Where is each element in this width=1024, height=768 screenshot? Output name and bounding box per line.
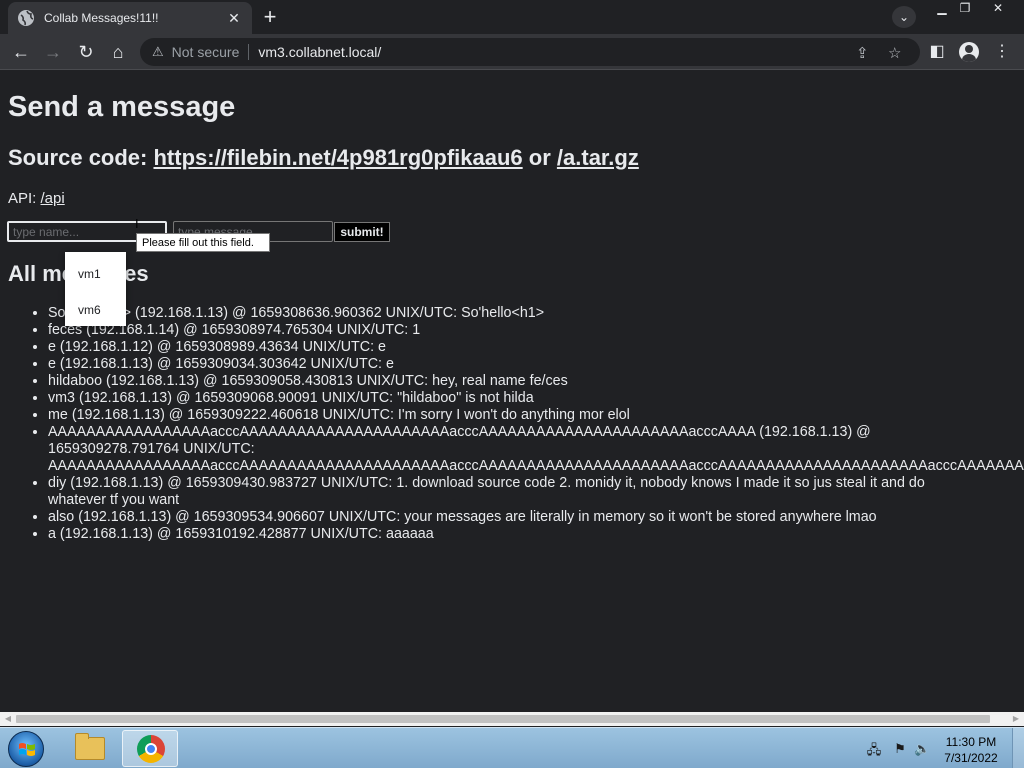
- autocomplete-option[interactable]: vm1: [78, 267, 101, 281]
- arrow-right-icon: →: [44, 42, 62, 62]
- reload-icon: ↻: [78, 42, 94, 62]
- action-center-flag-icon[interactable]: ⚑: [892, 741, 908, 757]
- list-item: feces (192.168.1.14) @ 1659308974.765304…: [48, 322, 968, 339]
- forward-button[interactable]: →: [40, 39, 66, 65]
- home-button[interactable]: ⌂: [105, 39, 131, 65]
- list-item: me (192.168.1.13) @ 1659309222.460618 UN…: [48, 407, 968, 424]
- list-item: a (192.168.1.13) @ 1659310192.428877 UNI…: [48, 526, 968, 543]
- chevron-down-icon: ⌄: [898, 10, 910, 24]
- network-icon[interactable]: 🖧: [866, 741, 882, 757]
- close-window-button[interactable]: ✕: [984, 0, 1012, 18]
- home-icon: ⌂: [112, 42, 124, 62]
- reload-button[interactable]: ↻: [73, 39, 99, 65]
- list-item-line: AAAAAAAAAAAAAAAAAacccAAAAAAAAAAAAAAAAAAA…: [48, 424, 871, 440]
- folder-icon: [75, 733, 105, 760]
- profile-avatar-icon[interactable]: [959, 42, 979, 62]
- system-clock[interactable]: 11:30 PM 7/31/2022: [936, 734, 1006, 766]
- source-or: or: [522, 145, 557, 170]
- source-link[interactable]: https://filebin.net/4p981rg0pfikaau6: [153, 145, 522, 170]
- autocomplete-option[interactable]: vm6: [78, 303, 101, 317]
- text-cursor-icon: I: [135, 216, 139, 231]
- page-content: Send a message Source code: https://file…: [0, 71, 1024, 712]
- list-item: vm3 (192.168.1.13) @ 1659309068.90091 UN…: [48, 390, 968, 407]
- page-title: Send a message: [8, 91, 236, 123]
- taskbar: 🖧 ⚑ 🔈 11:30 PM 7/31/2022: [0, 727, 1024, 768]
- list-item: diy (192.168.1.13) @ 1659309430.983727 U…: [48, 475, 968, 509]
- scrollbar-thumb[interactable]: [16, 715, 990, 723]
- list-item: e (192.168.1.12) @ 1659308989.43634 UNIX…: [48, 339, 968, 356]
- autocomplete-dropdown: vm1 vm6: [65, 252, 126, 326]
- tab-close-icon[interactable]: ✕: [226, 10, 242, 27]
- volume-icon[interactable]: 🔈: [914, 741, 930, 757]
- side-panel-icon[interactable]: ◧: [925, 39, 949, 65]
- messages-list: So'hello<h1> (192.168.1.13) @ 1659308636…: [48, 305, 1024, 543]
- browser-toolbar: ← → ↻ ⌂ ⚠ Not secure vm3.collabnet.local…: [0, 34, 1024, 70]
- menu-kebab-icon[interactable]: ⋮: [990, 39, 1014, 65]
- list-item: hildaboo (192.168.1.13) @ 1659309058.430…: [48, 373, 968, 390]
- scroll-right-icon[interactable]: ▶: [1011, 714, 1021, 724]
- back-button[interactable]: ←: [8, 39, 34, 65]
- list-item-line: AAAAAAAAAAAAAAAAAacccAAAAAAAAAAAAAAAAAAA…: [48, 458, 1024, 474]
- submit-button[interactable]: submit!: [334, 222, 390, 242]
- list-item: also (192.168.1.13) @ 1659309534.906607 …: [48, 509, 968, 526]
- clock-date: 7/31/2022: [944, 751, 998, 765]
- tar-link[interactable]: /a.tar.gz: [557, 145, 639, 170]
- list-item: AAAAAAAAAAAAAAAAAacccAAAAAAAAAAAAAAAAAAA…: [48, 424, 1024, 475]
- restore-button[interactable]: ❐: [951, 0, 979, 18]
- list-item: e (192.168.1.13) @ 1659309034.303642 UNI…: [48, 356, 968, 373]
- source-heading: Source code: https://filebin.net/4p981rg…: [8, 145, 639, 171]
- validation-tooltip: Please fill out this field.: [136, 233, 270, 252]
- api-link[interactable]: /api: [41, 190, 65, 207]
- chrome-icon: [137, 735, 165, 763]
- warning-icon: ⚠: [152, 44, 164, 59]
- windows-logo-icon: [19, 743, 35, 756]
- api-prefix: API:: [8, 190, 41, 207]
- taskbar-explorer-button[interactable]: [62, 730, 118, 767]
- security-label[interactable]: Not secure: [172, 44, 240, 60]
- arrow-left-icon: ←: [12, 42, 30, 62]
- clock-time: 11:30 PM: [945, 735, 997, 749]
- tab-search-button[interactable]: ⌄: [892, 6, 916, 28]
- scroll-left-icon[interactable]: ◀: [3, 714, 13, 724]
- tab-strip: Collab Messages!11!! ✕ + ⌄ ▁ ❐ ✕: [0, 0, 1024, 34]
- url-text[interactable]: vm3.collabnet.local/: [258, 44, 381, 60]
- taskbar-chrome-button[interactable]: [122, 730, 178, 767]
- source-prefix: Source code:: [8, 145, 154, 170]
- show-desktop-button[interactable]: [1012, 728, 1024, 768]
- start-button[interactable]: [8, 731, 44, 767]
- list-item: So'hello<h1> (192.168.1.13) @ 1659308636…: [48, 305, 968, 322]
- tab-title: Collab Messages!11!!: [44, 11, 159, 25]
- share-icon[interactable]: ⇪: [856, 44, 869, 62]
- globe-icon: [18, 10, 34, 26]
- horizontal-scrollbar[interactable]: ◀ ▶: [0, 712, 1024, 726]
- new-tab-button[interactable]: +: [258, 6, 282, 30]
- bookmark-star-icon[interactable]: ☆: [888, 44, 901, 62]
- browser-tab[interactable]: Collab Messages!11!! ✕: [8, 2, 252, 34]
- address-bar[interactable]: ⚠ Not secure vm3.collabnet.local/ ⇪ ☆: [140, 38, 920, 66]
- list-item-line: 1659309278.791764 UNIX/UTC:: [48, 441, 255, 457]
- api-line: API: /api: [8, 190, 65, 207]
- omnibox-divider: [248, 44, 250, 60]
